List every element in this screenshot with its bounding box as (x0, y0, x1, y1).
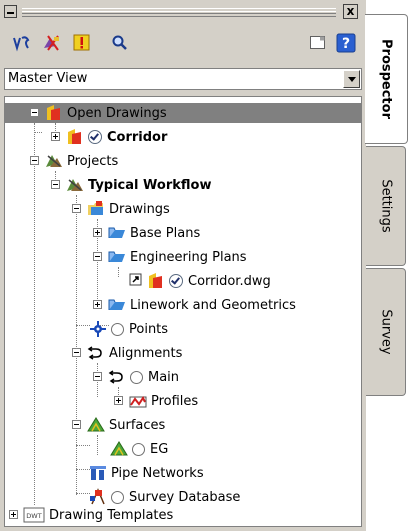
checkmark-icon (169, 274, 183, 288)
tree-item-alignments[interactable]: Alignments (5, 343, 361, 363)
expand-icon[interactable] (93, 228, 102, 237)
template-badge: DWT (26, 512, 41, 520)
tree-label: Typical Workflow (88, 177, 212, 193)
alignment-icon (108, 368, 126, 386)
drawing-icon (66, 128, 84, 146)
tree-label: EG (150, 441, 169, 457)
surface-tools-icon[interactable] (40, 32, 64, 54)
tree-item-typical-workflow[interactable]: Typical Workflow (5, 175, 361, 195)
project-icon (66, 176, 84, 194)
folder-icon (108, 248, 126, 266)
tree-item-eg[interactable]: EG (5, 439, 361, 459)
surfaces-icon (87, 416, 105, 434)
tree-label: Base Plans (130, 225, 201, 241)
tree-item-projects[interactable]: Projects (5, 151, 361, 171)
prospector-data-icon[interactable] (10, 32, 34, 54)
tab-label: Survey (378, 309, 393, 355)
prospector-toolbar: ? (4, 30, 362, 56)
collapse-icon[interactable] (93, 372, 102, 381)
collapse-icon[interactable] (30, 108, 39, 117)
tab-prospector[interactable]: Prospector (365, 14, 408, 144)
toolspace-tabs: Prospector Settings Survey (365, 0, 414, 531)
tree-label: Linework and Geometrics (130, 297, 296, 313)
svg-text:?: ? (342, 36, 350, 52)
chevron-down-icon[interactable] (343, 70, 360, 88)
toolspace-palette: x ? Master View Open Drawings Corridor P… (0, 0, 366, 531)
open-drawings-icon (45, 104, 63, 122)
tree-label: Drawing Templates (49, 507, 174, 523)
prospector-tree[interactable]: Open Drawings Corridor Projects Typical … (4, 96, 362, 527)
points-icon (89, 320, 107, 338)
collapse-icon[interactable] (72, 204, 81, 213)
tree-item-open-drawings[interactable]: Open Drawings (5, 103, 361, 123)
projects-icon (45, 152, 63, 170)
radio-icon (132, 442, 145, 456)
template-icon: DWT (23, 506, 45, 524)
radio-icon (111, 322, 124, 336)
tree-item-base-plans[interactable]: Base Plans (5, 223, 361, 243)
tab-survey[interactable]: Survey (366, 268, 406, 396)
collapse-icon[interactable] (72, 348, 81, 357)
folder-icon (108, 296, 126, 314)
minimize-icon[interactable] (4, 5, 17, 18)
close-button[interactable]: x (343, 4, 358, 19)
drawings-folder-icon (87, 200, 105, 218)
tree-label: Points (129, 321, 169, 337)
tree-item-survey-database[interactable]: Survey Database (5, 487, 361, 507)
view-selector-value: Master View (8, 71, 88, 86)
tree-label: Pipe Networks (111, 465, 204, 481)
profiles-icon (129, 392, 147, 410)
expand-icon[interactable] (114, 396, 123, 405)
tab-label: Settings (378, 179, 393, 233)
help-button[interactable]: ? (334, 32, 358, 54)
panel-icon[interactable] (306, 32, 330, 54)
expand-icon[interactable] (51, 132, 60, 141)
tree-item-drawings[interactable]: Drawings (5, 199, 361, 219)
surface-icon (110, 440, 128, 458)
tree-label: Surfaces (109, 417, 166, 433)
pipe-networks-icon (89, 464, 107, 482)
radio-icon (130, 370, 143, 384)
folder-icon (108, 224, 126, 242)
shortcut-icon (129, 272, 143, 290)
tree-item-corridor[interactable]: Corridor (5, 127, 361, 147)
collapse-icon[interactable] (51, 180, 60, 189)
expand-icon[interactable] (93, 300, 102, 309)
expand-icon[interactable] (9, 510, 18, 519)
tree-label: Projects (67, 153, 119, 169)
tree-label: Survey Database (129, 489, 241, 505)
tree-label: Main (148, 369, 180, 385)
drawing-icon (147, 272, 165, 290)
tree-label: Corridor.dwg (188, 273, 271, 289)
alignments-icon (87, 344, 105, 362)
tab-settings[interactable]: Settings (366, 146, 406, 266)
tree-item-drawing-templates[interactable]: DWT Drawing Templates (5, 505, 361, 525)
tree-item-surfaces[interactable]: Surfaces (5, 415, 361, 435)
search-icon[interactable] (108, 32, 132, 54)
titlebar-grip[interactable] (22, 8, 336, 17)
tree-item-corridor-dwg[interactable]: Corridor.dwg (5, 271, 361, 291)
view-selector[interactable]: Master View (4, 68, 362, 90)
radio-icon (111, 490, 124, 504)
tree-label: Corridor (107, 129, 168, 145)
tree-label: Profiles (151, 393, 199, 409)
tree-label: Alignments (109, 345, 183, 361)
palette-titlebar[interactable]: x (4, 4, 362, 20)
tree-item-pipe-networks[interactable]: Pipe Networks (5, 463, 361, 483)
tree-item-main[interactable]: Main (5, 367, 361, 387)
checkmark-icon (88, 130, 102, 144)
collapse-icon[interactable] (72, 420, 81, 429)
tab-label: Prospector (378, 39, 394, 119)
tree-item-engineering-plans[interactable]: Engineering Plans (5, 247, 361, 267)
survey-database-icon (89, 488, 107, 506)
tree-item-profiles[interactable]: Profiles (5, 391, 361, 411)
tree-item-linework[interactable]: Linework and Geometrics (5, 295, 361, 315)
tree-label: Open Drawings (67, 105, 167, 121)
tree-item-points[interactable]: Points (5, 319, 361, 339)
tree-label: Drawings (109, 201, 170, 217)
warning-icon[interactable] (70, 32, 94, 54)
collapse-icon[interactable] (93, 252, 102, 261)
collapse-icon[interactable] (30, 156, 39, 165)
tree-label: Engineering Plans (130, 249, 247, 265)
